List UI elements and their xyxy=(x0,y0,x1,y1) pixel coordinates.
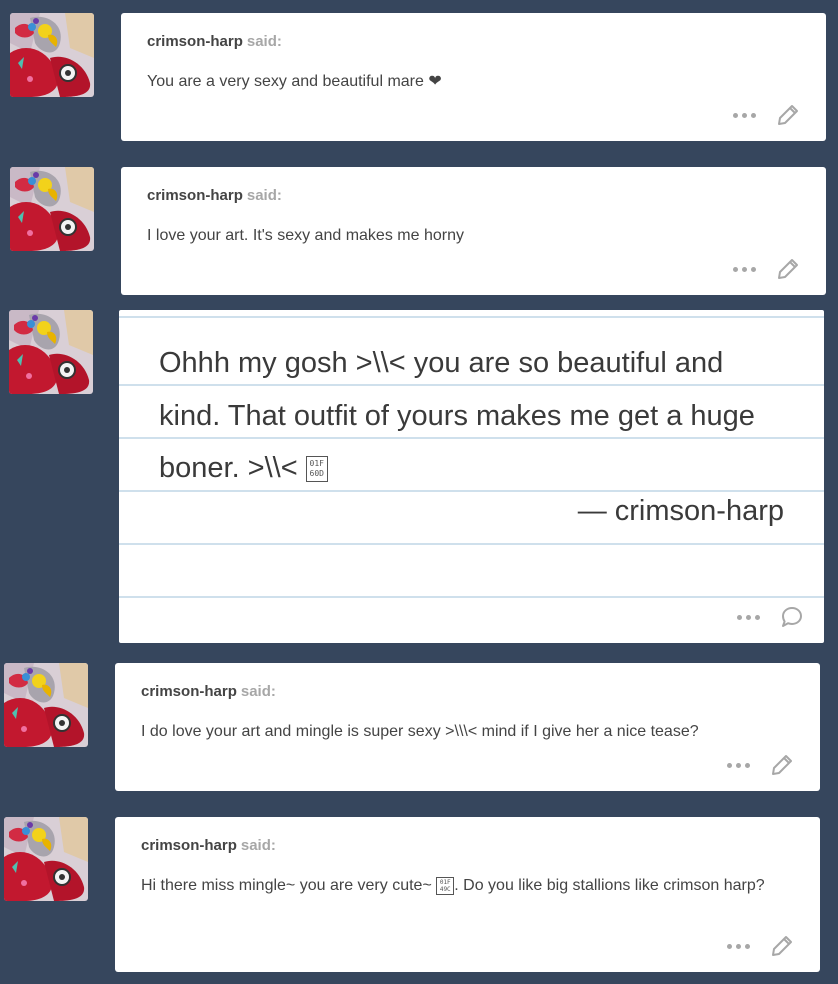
question-text: I do love your art and mingle is super s… xyxy=(141,723,699,740)
question-text: Hi there miss mingle~ you are very cute~… xyxy=(141,874,790,898)
asker-name-link[interactable]: crimson-harp xyxy=(147,187,243,204)
speech-bubble-icon[interactable] xyxy=(780,605,804,629)
said-label: said: xyxy=(246,33,282,50)
more-options-button[interactable] xyxy=(727,762,750,768)
missing-emoji-glyph: 01F 60D xyxy=(305,456,328,483)
pony-avatar-icon xyxy=(10,13,94,97)
pencil-icon[interactable] xyxy=(776,257,800,281)
ask-post: crimson-harp said: Hi there miss mingle~ … xyxy=(115,817,820,972)
pencil-icon[interactable] xyxy=(776,103,800,127)
post-actions xyxy=(733,103,800,127)
said-label: said: xyxy=(240,683,276,700)
question-part: . Do you like big stallions like crimson… xyxy=(454,877,765,894)
more-options-button[interactable] xyxy=(733,266,756,272)
note-body: Ohhh my gosh >\\< you are so beautiful a… xyxy=(159,347,755,484)
ask-post: crimson-harp said: I love your art. It's … xyxy=(121,167,826,295)
asker-avatar[interactable] xyxy=(9,310,93,394)
note-text: Ohhh my gosh >\\< you are so beautiful a… xyxy=(159,337,784,495)
said-label: said: xyxy=(240,837,276,854)
pencil-icon[interactable] xyxy=(770,934,794,958)
asker-line: crimson-harp said: xyxy=(147,33,282,50)
note-post: Ohhh my gosh >\\< you are so beautiful a… xyxy=(119,310,824,643)
more-options-button[interactable] xyxy=(737,614,760,620)
pony-avatar-icon xyxy=(10,167,94,251)
pony-avatar-icon xyxy=(4,817,88,901)
asker-avatar[interactable] xyxy=(10,167,94,251)
post-actions xyxy=(733,257,800,281)
pony-avatar-icon xyxy=(9,310,93,394)
asker-line: crimson-harp said: xyxy=(147,187,282,204)
question-part: Hi there miss mingle~ you are very cute~ xyxy=(141,877,432,894)
asker-name-link[interactable]: crimson-harp xyxy=(141,683,237,700)
ask-post: crimson-harp said: You are a very sexy an… xyxy=(121,13,826,141)
post-actions xyxy=(727,934,794,958)
missing-emoji-glyph: 01F 49C xyxy=(436,876,455,895)
asker-avatar[interactable] xyxy=(4,817,88,901)
question-text: I love your art. It's sexy and makes me … xyxy=(147,227,464,244)
asker-avatar[interactable] xyxy=(10,13,94,97)
asker-name-link[interactable]: crimson-harp xyxy=(147,33,243,50)
asker-name-link[interactable]: crimson-harp xyxy=(141,837,237,854)
post-actions xyxy=(737,605,804,629)
asker-avatar[interactable] xyxy=(4,663,88,747)
more-options-button[interactable] xyxy=(727,943,750,949)
asker-line: crimson-harp said: xyxy=(141,837,276,854)
pony-avatar-icon xyxy=(4,663,88,747)
note-signature: — crimson-harp xyxy=(577,495,784,527)
asker-line: crimson-harp said: xyxy=(141,683,276,700)
pencil-icon[interactable] xyxy=(770,753,794,777)
ask-post: crimson-harp said: I do love your art and… xyxy=(115,663,820,791)
question-text: You are a very sexy and beautiful mare ❤ xyxy=(147,73,442,90)
more-options-button[interactable] xyxy=(733,112,756,118)
post-actions xyxy=(727,753,794,777)
said-label: said: xyxy=(246,187,282,204)
